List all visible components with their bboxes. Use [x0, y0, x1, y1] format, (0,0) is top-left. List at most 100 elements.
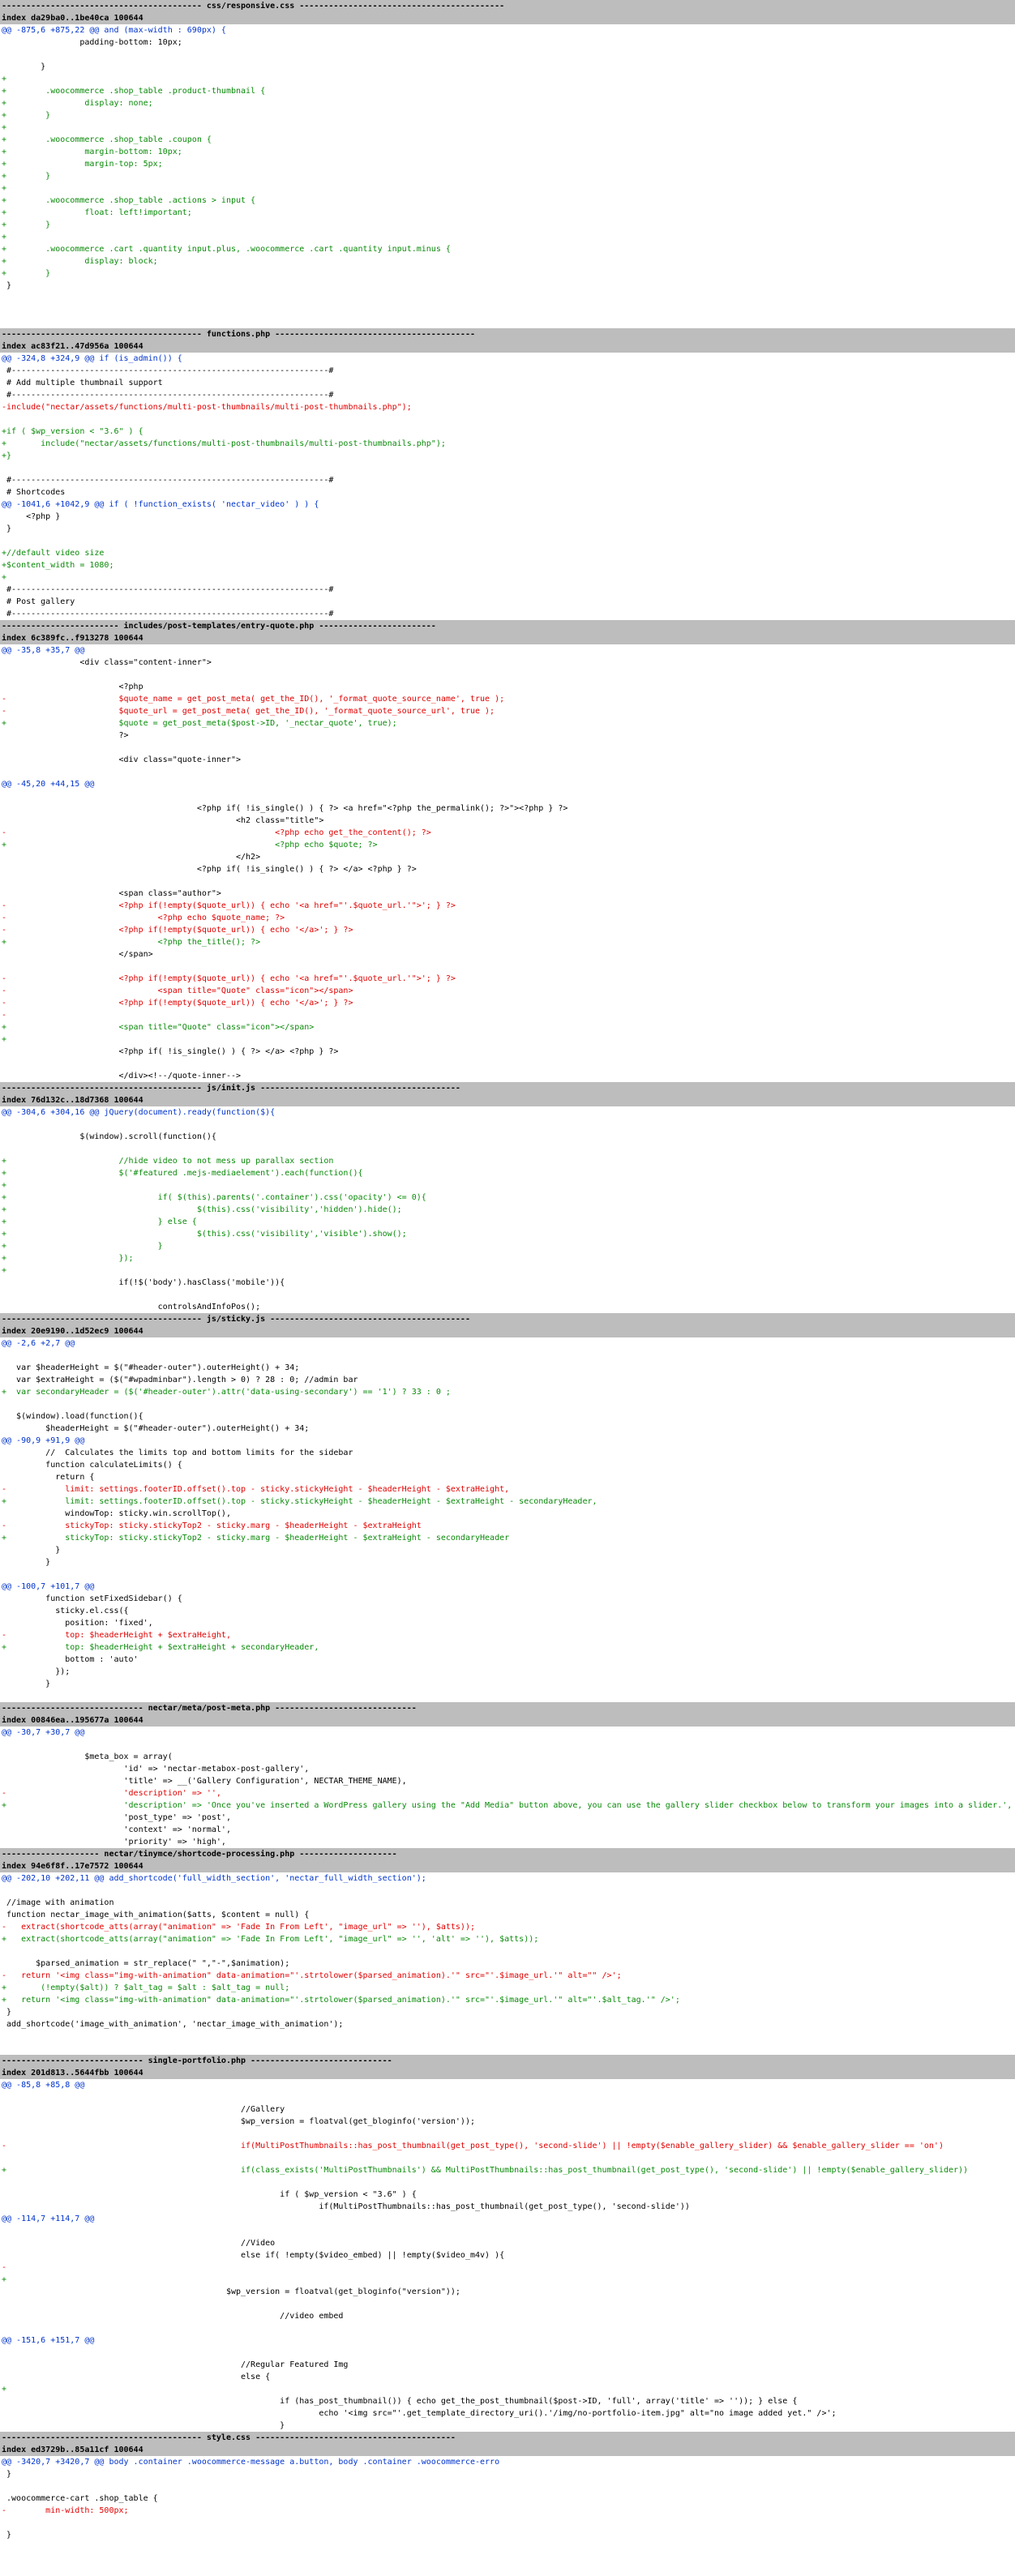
- hunk-header: @@ -151,6 +151,7 @@: [0, 2334, 1015, 2347]
- context-line: </div><!--/quote-inner-->: [2, 1072, 242, 1080]
- context-line: # Add multiple thumbnail support: [2, 379, 163, 387]
- context-line: [0, 766, 1015, 778]
- added-line: + display: none;: [2, 99, 153, 108]
- hunk-header: @@ -1041,6 +1042,9 @@ if ( !function_exi…: [0, 499, 1015, 511]
- context-line: $(window).load(function(){: [2, 1412, 143, 1421]
- removed-line: - 'description' => '',: [2, 1789, 221, 1798]
- hunk-header: @@ -875,6 +875,22 @@ and (max-width : 69…: [0, 24, 1015, 36]
- context-line: }: [2, 2531, 12, 2540]
- added-line: + display: block;: [2, 257, 158, 266]
- context-line: [0, 790, 1015, 802]
- added-line: +}: [2, 451, 12, 460]
- context-line: [0, 1885, 1015, 1897]
- added-line: + //hide video to not mess up parallax s…: [2, 1157, 334, 1166]
- added-line: + <?php echo $quote; ?>: [2, 841, 378, 849]
- hunk-header: @@ -100,7 +101,7 @@: [0, 1581, 1015, 1593]
- removed-line: - return '<img class="img-with-animation…: [2, 1971, 622, 1980]
- context-line: <?php if( !is_single() ) { ?> <a href="<…: [2, 804, 568, 813]
- context-line: //Regular Featured Img: [2, 2360, 349, 2369]
- context-line: 'post_type' => 'post',: [2, 1813, 231, 1822]
- hunk-header: @@ -30,7 +30,7 @@: [0, 1727, 1015, 1739]
- index-line: index 201d813..5644fbb 100644: [0, 2067, 1015, 2079]
- hunk-header: @@ -35,8 +35,7 @@: [0, 644, 1015, 657]
- context-line: [0, 1739, 1015, 1751]
- context-line: .woocommerce-cart .shop_table {: [2, 2494, 158, 2503]
- context-line: #---------------------------------------…: [2, 366, 334, 375]
- context-line: [0, 2347, 1015, 2359]
- index-line: index 76d132c..18d7368 100644: [0, 1094, 1015, 1106]
- file-header: -------------------- nectar/tinymce/shor…: [0, 1848, 1015, 1860]
- removed-line: -include("nectar/assets/functions/multi-…: [2, 403, 412, 412]
- context-line: <div class="quote-inner">: [2, 755, 242, 764]
- file-header: ----------------------------- nectar/met…: [0, 1702, 1015, 1714]
- added-line: +: [2, 75, 7, 83]
- context-line: // Calculates the limits top and bottom …: [2, 1448, 353, 1457]
- context-line: windowTop: sticky.win.scrollTop(),: [2, 1509, 231, 1518]
- hunk-header: @@ -3420,7 +3420,7 @@ body .container .w…: [0, 2456, 1015, 2468]
- context-line: <div class="content-inner">: [2, 658, 212, 667]
- index-line: index 00846ea..195677a 100644: [0, 1714, 1015, 1727]
- context-line: [0, 462, 1015, 474]
- context-line: $wp_version = floatval(get_bloginfo("ver…: [2, 2287, 460, 2296]
- context-line: }: [2, 2008, 12, 2017]
- context-line: if(!$('body').hasClass('mobile')){: [2, 1278, 285, 1287]
- added-line: +: [2, 2385, 7, 2394]
- context-line: 'context' => 'normal',: [2, 1825, 231, 1834]
- added-line: + if( $(this).parents('.container').css(…: [2, 1193, 426, 1202]
- context-line: [0, 2176, 1015, 2189]
- added-line: + } else {: [2, 1217, 197, 1226]
- added-line: + if(class_exists('MultiPostThumbnails')…: [2, 2166, 969, 2175]
- context-line: echo '<img src="'.get_template_directory…: [2, 2409, 837, 2418]
- added-line: + $quote = get_post_meta($post->ID, '_ne…: [2, 719, 397, 728]
- index-line: index 6c389fc..f913278 100644: [0, 632, 1015, 644]
- context-line: add_shortcode('image_with_animation', 'n…: [2, 2020, 344, 2029]
- hunk-header: @@ -202,10 +202,11 @@ add_shortcode('ful…: [0, 1872, 1015, 1885]
- hunk-header: @@ -85,8 +85,8 @@: [0, 2079, 1015, 2091]
- context-line: return {: [2, 1473, 95, 1482]
- added-line: + float: left!important;: [2, 208, 192, 217]
- context-line: <?php }: [2, 512, 61, 521]
- added-line: + 'description' => 'Once you've inserted…: [2, 1801, 1013, 1810]
- context-line: [0, 1350, 1015, 1362]
- context-line: }: [2, 1680, 51, 1688]
- context-line: [0, 1143, 1015, 1155]
- context-line: [0, 2480, 1015, 2493]
- added-line: + .woocommerce .shop_table .product-thum…: [2, 87, 266, 96]
- context-line: </span>: [2, 950, 153, 959]
- context-line: [0, 413, 1015, 426]
- added-line: +if ( $wp_version < "3.6" ) {: [2, 427, 143, 436]
- context-line: }: [2, 2470, 12, 2479]
- context-line: //video embed: [2, 2312, 344, 2321]
- context-line: <span class="author">: [2, 889, 221, 898]
- context-line: }: [2, 62, 46, 71]
- context-line: [0, 1289, 1015, 1301]
- context-line: [0, 2152, 1015, 2164]
- context-line: #---------------------------------------…: [2, 476, 334, 485]
- context-line: function nectar_image_with_animation($at…: [2, 1911, 310, 1919]
- removed-line: -: [2, 1011, 7, 1020]
- context-line: if(MultiPostThumbnails::has_post_thumbna…: [2, 2202, 690, 2211]
- context-line: [0, 2091, 1015, 2103]
- context-line: [0, 2517, 1015, 2529]
- context-line: function calculateLimits() {: [2, 1461, 182, 1470]
- file-header: ----------------------------- single-por…: [0, 2055, 1015, 2067]
- context-line: //Video: [2, 2239, 276, 2248]
- diff-view: ----------------------------------------…: [0, 0, 1015, 2541]
- context-line: $wp_version = floatval(get_bloginfo('ver…: [2, 2117, 475, 2126]
- hunk-header: @@ -90,9 +91,9 @@: [0, 1435, 1015, 1447]
- context-line: <?php: [2, 683, 143, 691]
- context-line: [0, 1119, 1015, 1131]
- added-line: + .woocommerce .shop_table .coupon {: [2, 135, 212, 144]
- context-line: if ( $wp_version < "3.6" ) {: [2, 2190, 417, 2199]
- added-line: + .woocommerce .cart .quantity input.plu…: [2, 245, 451, 254]
- added-line: + include("nectar/assets/functions/multi…: [2, 439, 446, 448]
- added-line: + }: [2, 1242, 163, 1251]
- context-line: else if( !empty($video_embed) || !empty(…: [2, 2251, 505, 2260]
- context-line: [0, 2298, 1015, 2310]
- file-header: ----------------------------------------…: [0, 2432, 1015, 2444]
- context-line: [0, 535, 1015, 547]
- removed-line: - if(MultiPostThumbnails::has_post_thumb…: [2, 2142, 944, 2150]
